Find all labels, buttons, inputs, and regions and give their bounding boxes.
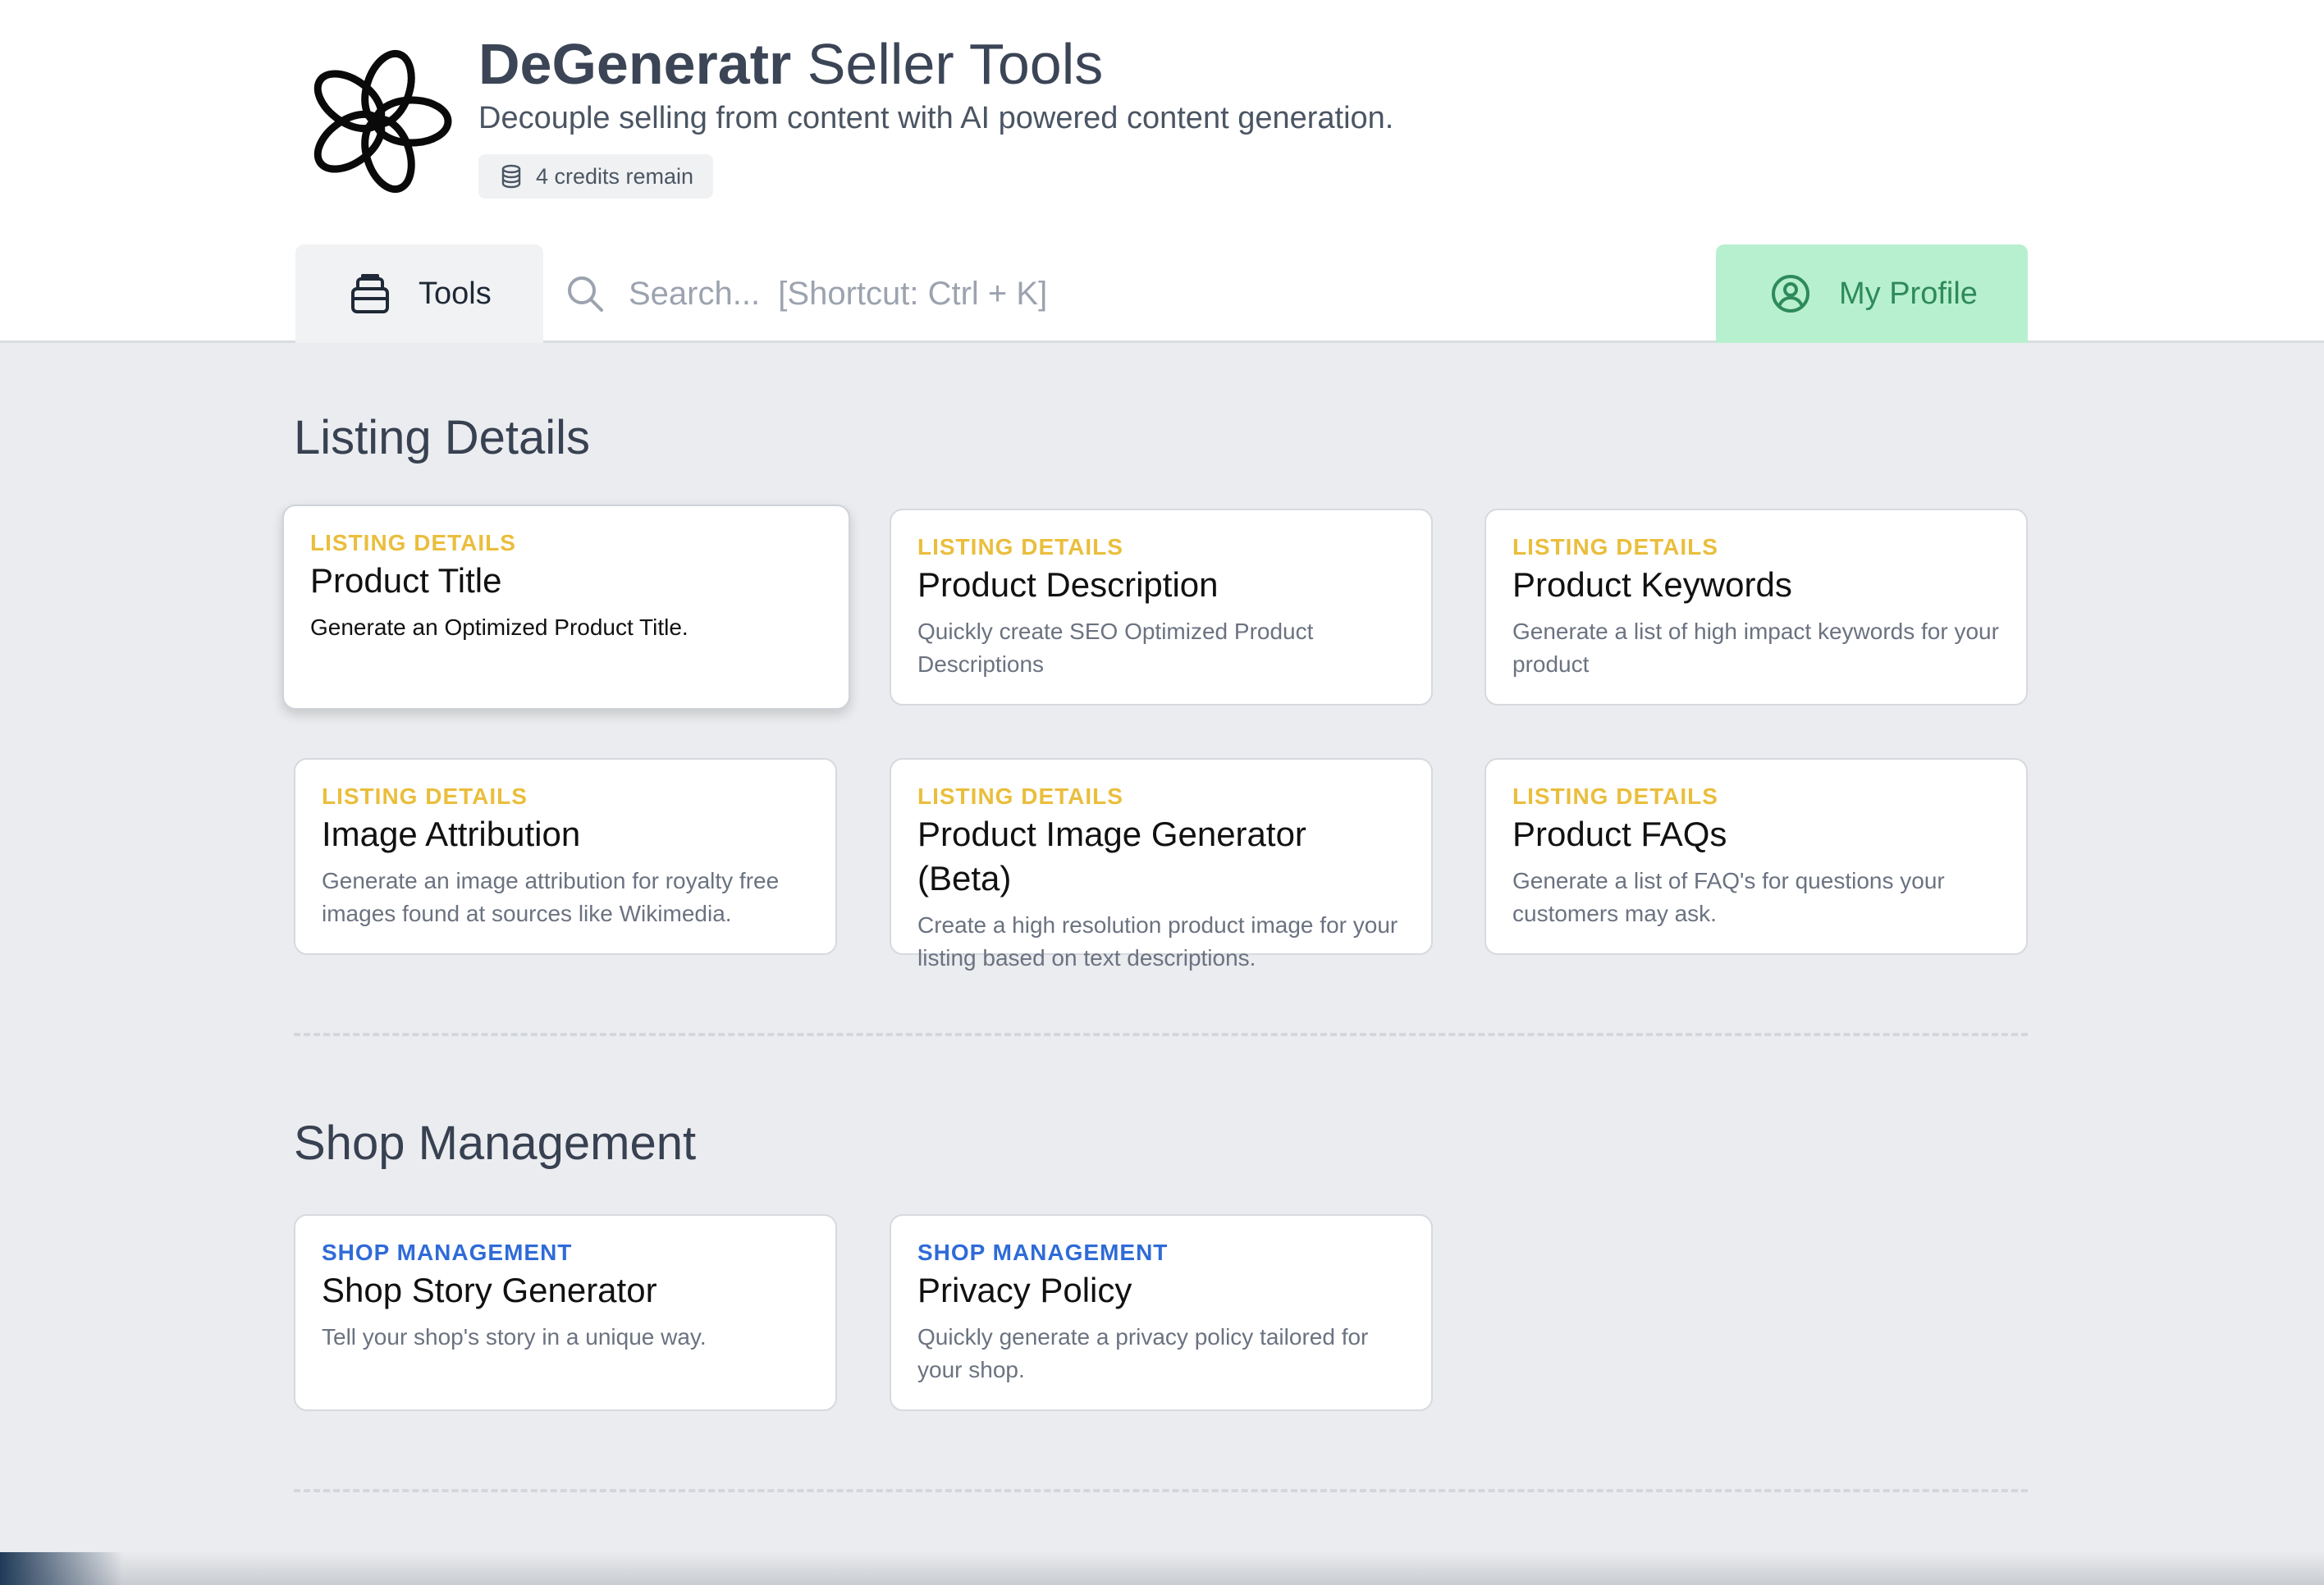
tab-tools[interactable]: Tools: [295, 244, 543, 343]
tool-card-product-description[interactable]: LISTING DETAILS Product Description Quic…: [890, 509, 1433, 706]
user-circle-icon: [1772, 275, 1809, 313]
window-bottom-corner: [0, 1552, 123, 1585]
brand-title: DeGeneratr Seller Tools: [478, 30, 1103, 98]
card-description: Tell your shop's story in a unique way.: [322, 1324, 707, 1350]
section-divider: [294, 1489, 2028, 1492]
brand-subtitle: Decouple selling from content with AI po…: [478, 101, 1394, 135]
card-category: LISTING DETAILS: [1512, 534, 1718, 560]
tool-card-product-faqs[interactable]: LISTING DETAILS Product FAQs Generate a …: [1485, 758, 2028, 955]
section-title-listing-details: Listing Details: [294, 411, 591, 464]
card-description: Generate a list of FAQ's for questions y…: [1512, 868, 1945, 926]
flower-logo-icon[interactable]: [300, 48, 455, 195]
card-title: Product Keywords: [1512, 565, 1792, 604]
card-title: Privacy Policy: [917, 1271, 1132, 1309]
card-category: LISTING DETAILS: [322, 783, 528, 809]
card-category: SHOP MANAGEMENT: [322, 1240, 573, 1265]
card-description: Create a high resolution product image f…: [917, 912, 1398, 971]
search-input[interactable]: [629, 275, 1613, 313]
toolbox-icon: [351, 274, 389, 313]
section-title-shop-management: Shop Management: [294, 1117, 697, 1170]
card-title: Product FAQs: [1512, 815, 1727, 853]
section-divider: [294, 1033, 2028, 1036]
search-icon: [568, 276, 603, 312]
card-title: Image Attribution: [322, 815, 581, 853]
card-category: LISTING DETAILS: [310, 530, 516, 555]
credits-text: 4 credits remain: [536, 163, 694, 189]
app-header: DeGeneratr Seller Tools Decouple selling…: [0, 0, 2324, 343]
window-bottom-edge: [0, 1551, 2324, 1585]
search-bar: [566, 263, 1699, 325]
my-profile-button[interactable]: My Profile: [1716, 244, 2028, 343]
brand-suffix: Seller Tools: [791, 32, 1104, 96]
card-description: Generate an image attribution for royalt…: [322, 868, 780, 926]
card-category: SHOP MANAGEMENT: [917, 1240, 1169, 1265]
tool-card-product-image-generator[interactable]: LISTING DETAILS Product Image Generator …: [890, 758, 1433, 971]
database-icon: [501, 164, 521, 189]
card-title: Product Title: [310, 561, 502, 600]
card-category: LISTING DETAILS: [1512, 783, 1718, 809]
tab-tools-label: Tools: [419, 276, 492, 311]
card-title: Shop Story Generator: [322, 1271, 657, 1309]
card-title: Product Description: [917, 565, 1219, 604]
tool-card-shop-story-generator[interactable]: SHOP MANAGEMENT Shop Story Generator Tel…: [294, 1214, 837, 1411]
credits-badge: 4 credits remain: [478, 154, 714, 199]
card-description: Generate a list of high impact keywords …: [1512, 619, 1999, 677]
card-description: Quickly generate a privacy policy tailor…: [917, 1324, 1369, 1382]
tool-card-product-title[interactable]: LISTING DETAILS Product Title Generate a…: [282, 505, 850, 710]
card-description: Quickly create SEO Optimized Product Des…: [917, 619, 1314, 677]
card-category: LISTING DETAILS: [917, 783, 1123, 809]
tool-card-privacy-policy[interactable]: SHOP MANAGEMENT Privacy Policy Quickly g…: [890, 1214, 1433, 1411]
card-category: LISTING DETAILS: [917, 534, 1123, 560]
brand-name: DeGeneratr: [478, 32, 792, 96]
tool-card-product-keywords[interactable]: LISTING DETAILS Product Keywords Generat…: [1485, 509, 2028, 706]
card-title: Product Image Generator (Beta): [917, 815, 1306, 898]
my-profile-label: My Profile: [1839, 276, 1978, 311]
card-description: Generate an Optimized Product Title.: [310, 614, 689, 640]
tool-card-image-attribution[interactable]: LISTING DETAILS Image Attribution Genera…: [294, 758, 837, 955]
